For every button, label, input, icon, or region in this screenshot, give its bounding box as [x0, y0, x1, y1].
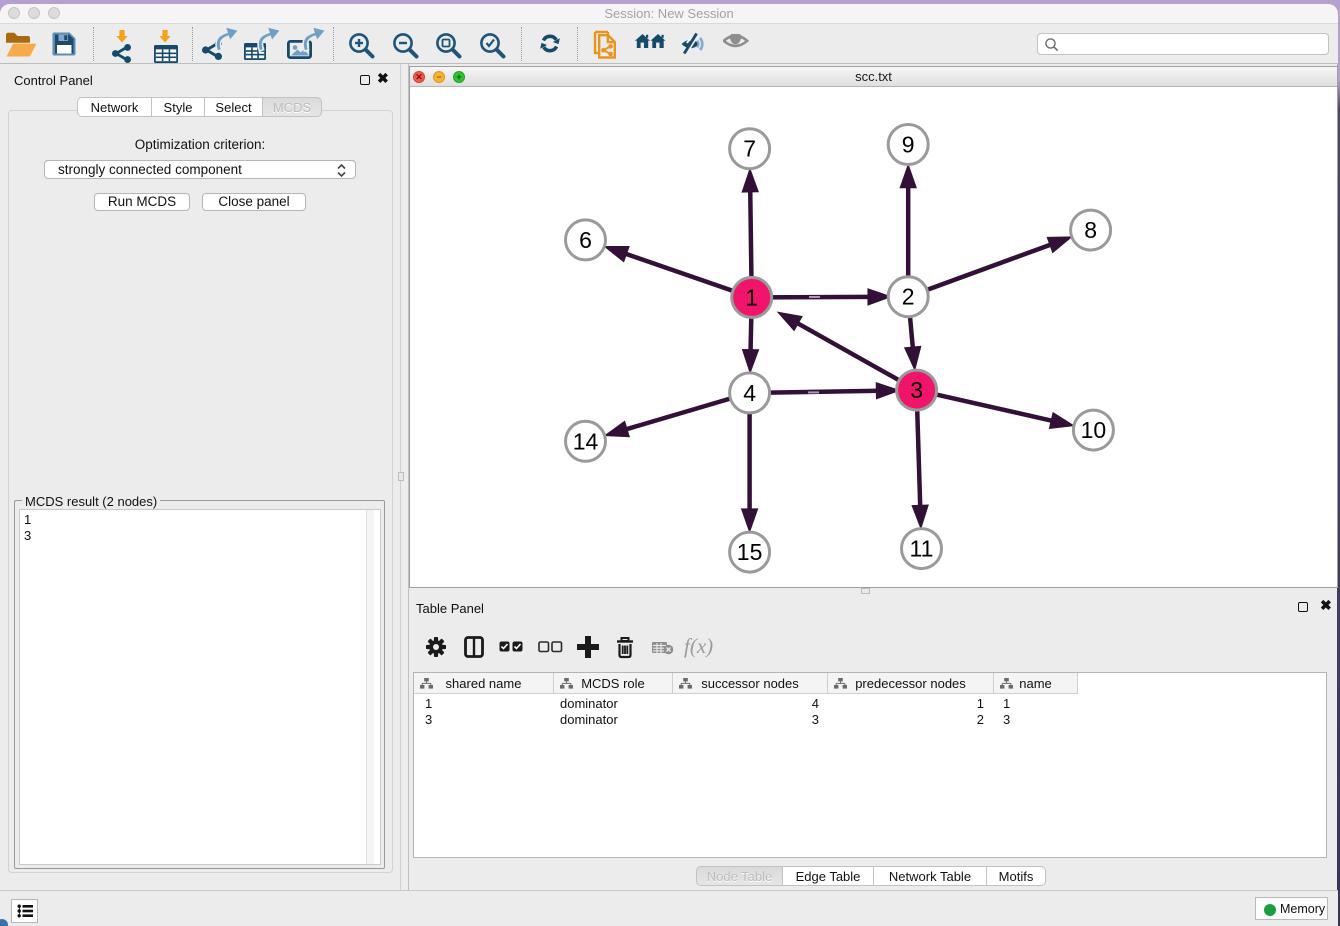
- svg-text:10: 10: [1081, 417, 1107, 443]
- svg-text:8: 8: [1084, 217, 1097, 243]
- svg-text:7: 7: [743, 136, 756, 162]
- svg-text:15: 15: [737, 539, 763, 565]
- svg-text:1: 1: [745, 284, 758, 310]
- svg-text:14: 14: [573, 428, 599, 454]
- svg-text:11: 11: [910, 536, 934, 562]
- svg-text:2: 2: [902, 284, 915, 310]
- svg-text:9: 9: [902, 132, 915, 158]
- svg-text:6: 6: [579, 227, 592, 253]
- svg-text:3: 3: [910, 377, 923, 403]
- svg-text:4: 4: [743, 380, 756, 406]
